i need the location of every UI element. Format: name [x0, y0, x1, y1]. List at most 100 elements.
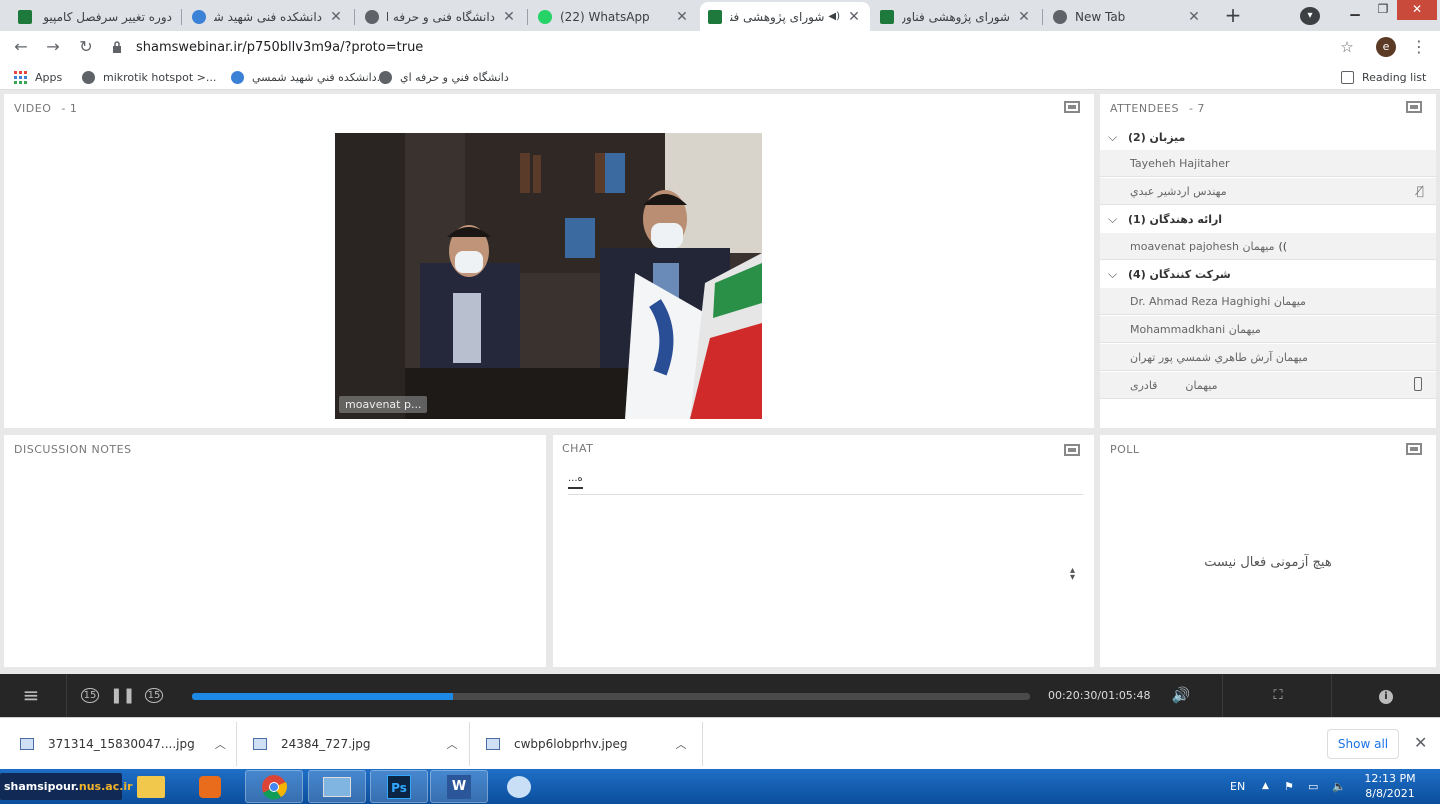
playback-bar: ≡ 15 ❚❚ 15 00:20:30/01:05:48 🔊 ⛶ i	[0, 674, 1440, 717]
close-tab-icon[interactable]: ✕	[501, 9, 517, 25]
attendees-title-text: ATTENDEES	[1110, 102, 1179, 115]
start-button[interactable]: shamsipour.nus.ac.ir	[0, 773, 133, 800]
download-item[interactable]: 24384_727.jpg ︿	[253, 718, 457, 770]
taskbar-explorer[interactable]	[122, 770, 180, 803]
attendee-row[interactable]: Tayeheh Hajitaher	[1100, 150, 1436, 177]
close-tab-icon[interactable]: ✕	[846, 9, 862, 25]
attendee-group-presenters[interactable]: ⌵ ارائه دهندگان (1)	[1100, 206, 1436, 232]
minimize-button[interactable]: ▁	[1341, 0, 1369, 20]
close-tab-icon[interactable]: ✕	[328, 9, 344, 25]
hamburger-menu-icon[interactable]: ≡	[10, 674, 52, 717]
taskbar-word[interactable]: W	[430, 770, 488, 803]
close-tab-icon[interactable]: ✕	[1016, 9, 1032, 25]
attendee-name: میهمان قادری	[1130, 378, 1218, 392]
rewind-label: 15	[80, 688, 100, 703]
audio-playing-icon[interactable]: ◀)	[828, 11, 840, 22]
show-all-button[interactable]: Show all	[1327, 729, 1399, 759]
download-filename: cwbp6lobprhv.jpeg	[514, 737, 628, 751]
system-clock[interactable]: 12:13 PM 8/8/2021	[1362, 771, 1418, 801]
group-label: شرکت کنندگان (4)	[1128, 267, 1231, 281]
video-title-text: VIDEO	[14, 102, 52, 115]
chevron-up-icon[interactable]: ︿	[675, 736, 686, 752]
video-feed-image	[335, 133, 762, 419]
scroll-arrows-icon[interactable]: ▴ ▾	[1070, 566, 1075, 583]
address-bar[interactable]: shamswebinar.ir/p750bllv3m9a/?proto=true	[112, 34, 1367, 60]
forward-arrow-icon[interactable]: →	[42, 36, 64, 58]
attendee-row[interactable]: Dr. Ahmad Reza Haghighi میهمان	[1100, 288, 1436, 315]
group-label: ارائه دهندگان (1)	[1128, 212, 1223, 226]
url-text: shamswebinar.ir/p750bllv3m9a/?proto=true	[136, 39, 424, 55]
maximize-icon[interactable]	[1406, 101, 1422, 113]
pause-button[interactable]: ❚❚	[110, 674, 135, 717]
image-file-icon	[486, 738, 500, 750]
bookmark-mikrotik[interactable]: mikrotik hotspot >...	[82, 68, 216, 86]
bookmark-tvu[interactable]: دانشگاه فني و حرفه اي	[379, 68, 509, 86]
progress-track[interactable]	[192, 693, 1030, 700]
sheet-favicon-icon	[18, 9, 32, 24]
rewind-15-button[interactable]: 15	[78, 674, 102, 717]
chevron-up-icon[interactable]: ︿	[215, 736, 226, 752]
tab-6[interactable]: New Tab ✕	[1045, 2, 1210, 31]
participant-video[interactable]: moavenat p...	[335, 133, 762, 419]
close-window-button[interactable]: ✕	[1397, 0, 1437, 20]
poll-panel-title: POLL	[1110, 443, 1140, 456]
tab-5[interactable]: شورای پژوهشی فناوری ✕	[872, 2, 1040, 31]
back-arrow-icon[interactable]: ←	[10, 36, 32, 58]
group-label: میزبان (2)	[1128, 130, 1186, 144]
tab-0[interactable]: دوره تغییر سرفصل کامپیو	[10, 2, 180, 31]
tab-1[interactable]: دانشکده فنی شهید شمسی پ ✕	[184, 2, 352, 31]
close-downloads-icon[interactable]: ✕	[1414, 733, 1427, 752]
taskbar-photoshop[interactable]: Ps	[370, 770, 428, 803]
download-filename: 371314_15830047....jpg	[48, 737, 195, 751]
tab-title: (22) WhatsApp	[560, 9, 650, 24]
download-item[interactable]: 371314_15830047....jpg ︿	[20, 718, 226, 770]
info-icon[interactable]: i	[1374, 674, 1398, 717]
maximize-icon[interactable]	[1406, 443, 1422, 455]
attendee-row[interactable]: میهمان قادری	[1100, 372, 1436, 399]
new-tab-button[interactable]: +	[1219, 4, 1247, 28]
bookmark-star-icon[interactable]: ☆	[1336, 36, 1358, 58]
chevron-up-icon[interactable]: ︿	[446, 736, 457, 752]
menu-dots-icon[interactable]: ⋮	[1408, 36, 1430, 58]
tray-expand-icon[interactable]: ▲	[1262, 769, 1269, 804]
close-tab-icon[interactable]: ✕	[674, 9, 690, 25]
download-item[interactable]: cwbp6lobprhv.jpeg ︿	[486, 718, 686, 770]
profile-avatar[interactable]: e	[1376, 37, 1396, 57]
bookmark-apps[interactable]: Apps	[14, 68, 62, 86]
attendee-group-participants[interactable]: ⌵ شرکت کنندگان (4)	[1100, 261, 1436, 287]
attendee-name: میهمان آرش طاهري شمسي پور تهران	[1130, 350, 1308, 364]
network-icon[interactable]: ▭	[1308, 769, 1318, 804]
attendee-row[interactable]: مهندس اردشير عبدي 🎙̸	[1100, 178, 1436, 205]
reload-icon[interactable]: ↻	[75, 36, 97, 58]
attendee-row[interactable]: میهمان آرش طاهري شمسي پور تهران	[1100, 344, 1436, 371]
attendee-name: مهندس اردشير عبدي	[1130, 184, 1227, 198]
close-tab-icon[interactable]: ✕	[1186, 9, 1202, 25]
tab-search-icon[interactable]: ▾	[1300, 7, 1320, 25]
attendee-group-hosts[interactable]: ⌵ میزبان (2)	[1100, 124, 1436, 150]
taskbar-photos[interactable]	[308, 770, 366, 803]
taskbar-media[interactable]	[181, 770, 239, 803]
fullscreen-icon[interactable]: ⛶	[1264, 674, 1292, 717]
volume-icon[interactable]: 🔊	[1168, 674, 1194, 717]
tab-2[interactable]: دانشگاه فنی و حرفه ای ✕	[357, 2, 525, 31]
notes-panel-title: DISCUSSION NOTES	[14, 443, 132, 456]
bookmark-shamsi[interactable]: دانشكده فني شهيد شمسي...	[231, 68, 387, 86]
chat-tab[interactable]: ...ه	[568, 473, 583, 489]
tab-3[interactable]: (22) WhatsApp ✕	[530, 2, 698, 31]
attendee-row[interactable]: Mohammadkhani میهمان	[1100, 316, 1436, 343]
action-center-icon[interactable]: ⚑	[1284, 769, 1294, 804]
tab-title: شورای پژوهشی فناو	[730, 9, 825, 24]
speaker-icon[interactable]: 🔈	[1332, 769, 1346, 804]
discussion-notes-panel[interactable]: DISCUSSION NOTES	[4, 435, 546, 667]
whatsapp-favicon-icon	[538, 9, 552, 24]
tab-4-active[interactable]: شورای پژوهشی فناو ◀) ✕	[700, 2, 870, 31]
forward-15-button[interactable]: 15	[142, 674, 166, 717]
taskbar-paint[interactable]	[490, 770, 548, 803]
taskbar-chrome[interactable]	[245, 770, 303, 803]
attendee-row[interactable]: moavenat pajohesh میهمان ((	[1100, 233, 1436, 260]
language-indicator[interactable]: EN	[1230, 769, 1245, 804]
reading-list-button[interactable]: Reading list	[1341, 68, 1426, 86]
maximize-icon[interactable]	[1064, 101, 1080, 113]
maximize-icon[interactable]	[1064, 444, 1080, 456]
restore-button[interactable]: ❐	[1369, 0, 1397, 20]
